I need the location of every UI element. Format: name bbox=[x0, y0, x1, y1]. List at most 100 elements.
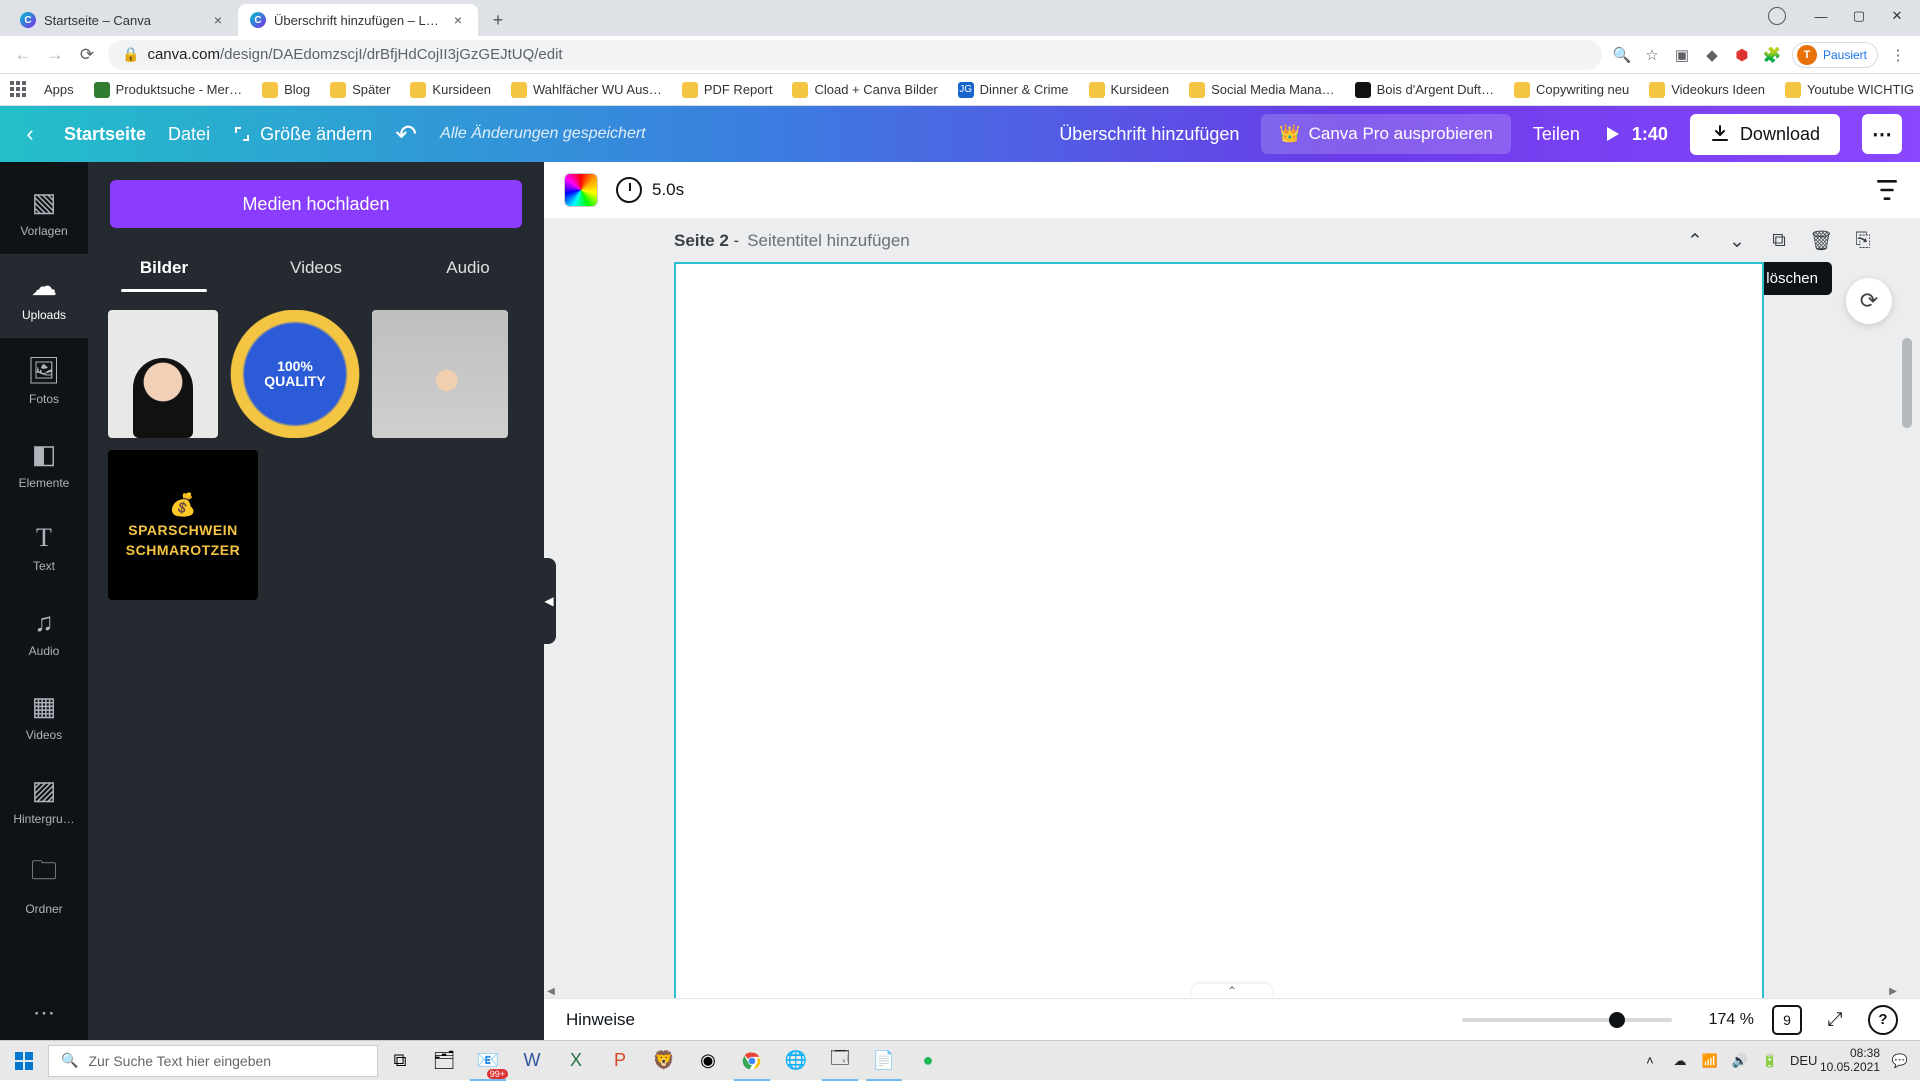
close-icon[interactable]: × bbox=[210, 12, 226, 28]
rail-folders[interactable]: 🗀Ordner bbox=[0, 842, 88, 926]
tray-wifi-icon[interactable]: 📶 bbox=[1700, 1053, 1720, 1069]
share-button[interactable]: Teilen bbox=[1533, 124, 1580, 145]
tray-onedrive-icon[interactable]: ☁ bbox=[1670, 1053, 1690, 1069]
url-input[interactable]: 🔒 canva.com/design/DAEdomzscjI/drBfjHdCo… bbox=[108, 40, 1602, 70]
back-home-icon[interactable]: ‹ bbox=[18, 122, 42, 146]
page-down-icon[interactable]: ⌄ bbox=[1720, 224, 1754, 258]
zoom-icon[interactable]: 🔍 bbox=[1612, 45, 1632, 65]
design-title[interactable]: Überschrift hinzufügen bbox=[1059, 124, 1239, 145]
upload-media-button[interactable]: Medien hochladen bbox=[110, 180, 522, 228]
minimize-button[interactable]: — bbox=[1804, 4, 1838, 28]
more-menu-button[interactable]: ⋯ bbox=[1862, 114, 1902, 154]
vertical-scrollbar[interactable] bbox=[1900, 218, 1914, 998]
rail-audio[interactable]: ♫Audio bbox=[0, 590, 88, 674]
browser-menu-icon[interactable]: ⋮ bbox=[1888, 45, 1908, 65]
delete-page-icon[interactable]: 🗑 bbox=[1804, 224, 1838, 258]
duplicate-page-icon[interactable]: ⧉ bbox=[1762, 224, 1796, 258]
regenerate-button[interactable]: ⟳ bbox=[1846, 278, 1892, 324]
bookmark-item[interactable]: Blog bbox=[254, 78, 318, 102]
notes-button[interactable]: Hinweise bbox=[566, 1010, 635, 1030]
taskbar-app-generic[interactable]: 🗔 bbox=[818, 1041, 862, 1081]
resize-menu[interactable]: Größe ändern bbox=[232, 124, 372, 145]
rail-uploads[interactable]: ☁Uploads bbox=[0, 254, 88, 338]
taskbar-app-brave[interactable]: 🦁 bbox=[642, 1041, 686, 1081]
forward-button[interactable]: → bbox=[44, 44, 66, 66]
try-pro-button[interactable]: 👑 Canva Pro ausprobieren bbox=[1261, 114, 1510, 154]
taskbar-app-mail[interactable]: 📧99+ bbox=[466, 1041, 510, 1081]
upload-thumbnail[interactable] bbox=[372, 310, 508, 438]
upload-thumbnail[interactable] bbox=[108, 310, 218, 438]
tray-notifications-icon[interactable]: 💬 bbox=[1890, 1053, 1910, 1069]
close-window-button[interactable]: ✕ bbox=[1880, 4, 1914, 28]
taskbar-app-spotify[interactable]: ● bbox=[906, 1041, 950, 1081]
start-button[interactable] bbox=[0, 1041, 48, 1081]
tray-volume-icon[interactable]: 🔊 bbox=[1730, 1053, 1750, 1069]
adblock-icon[interactable]: ⬢ bbox=[1732, 45, 1752, 65]
upload-thumbnail[interactable]: 💰 SPARSCHWEIN SCHMAROTZER bbox=[108, 450, 258, 600]
bookmark-star-icon[interactable]: ☆ bbox=[1642, 45, 1662, 65]
help-icon[interactable]: ? bbox=[1868, 1005, 1898, 1035]
page-duration-button[interactable]: 5.0s bbox=[616, 177, 684, 203]
present-button[interactable]: 1:40 bbox=[1602, 124, 1668, 145]
tray-battery-icon[interactable]: 🔋 bbox=[1760, 1053, 1780, 1069]
rail-elements[interactable]: ◧Elemente bbox=[0, 422, 88, 506]
rail-background[interactable]: ▨Hintergru… bbox=[0, 758, 88, 842]
extensions-menu-icon[interactable]: 🧩 bbox=[1762, 45, 1782, 65]
file-menu[interactable]: Datei bbox=[168, 124, 210, 145]
tab-videos[interactable]: Videos bbox=[240, 246, 392, 292]
profile-chip[interactable]: T Pausiert bbox=[1792, 42, 1878, 68]
tray-clock[interactable]: 08:3810.05.2021 bbox=[1820, 1047, 1880, 1075]
pages-drawer-handle[interactable]: ⌃ bbox=[1192, 984, 1272, 998]
bookmark-item[interactable]: PDF Report bbox=[674, 78, 781, 102]
browser-tab[interactable]: C Startseite – Canva × bbox=[8, 4, 238, 36]
fullscreen-icon[interactable]: ⤢ bbox=[1820, 1005, 1850, 1035]
download-button[interactable]: Download bbox=[1690, 114, 1840, 155]
zoom-slider[interactable] bbox=[1462, 1018, 1672, 1022]
taskbar-app-chrome[interactable] bbox=[730, 1041, 774, 1081]
reload-button[interactable]: ⟳ bbox=[76, 44, 98, 66]
scroll-left-icon[interactable]: ◀ bbox=[544, 984, 558, 998]
bookmark-item[interactable]: Kursideen bbox=[1081, 78, 1178, 102]
extension-icon[interactable]: ◆ bbox=[1702, 45, 1722, 65]
bookmark-item[interactable]: Bois d'Argent Duft… bbox=[1347, 78, 1502, 102]
rail-templates[interactable]: ▧Vorlagen bbox=[0, 170, 88, 254]
page-title-input[interactable]: Seitentitel hinzufügen bbox=[747, 231, 910, 251]
bookmark-item[interactable]: Youtube WICHTIG bbox=[1777, 78, 1920, 102]
animate-icon[interactable] bbox=[1874, 177, 1900, 203]
bookmark-item[interactable]: Videokurs Ideen bbox=[1641, 78, 1773, 102]
bookmark-item[interactable]: Wahlfächer WU Aus… bbox=[503, 78, 670, 102]
new-tab-button[interactable]: + bbox=[484, 6, 512, 34]
home-link[interactable]: Startseite bbox=[64, 124, 146, 145]
page-count-button[interactable]: 9 bbox=[1772, 1005, 1802, 1035]
undo-icon[interactable]: ↶ bbox=[394, 122, 418, 146]
scroll-right-icon[interactable]: ▶ bbox=[1886, 984, 1900, 998]
upload-thumbnail[interactable]: 100%QUALITY bbox=[230, 310, 360, 438]
tab-audio[interactable]: Audio bbox=[392, 246, 544, 292]
back-button[interactable]: ← bbox=[12, 44, 34, 66]
taskbar-app-powerpoint[interactable]: P bbox=[598, 1041, 642, 1081]
design-canvas[interactable] bbox=[674, 262, 1764, 998]
page-up-icon[interactable]: ⌃ bbox=[1678, 224, 1712, 258]
tray-chevron-icon[interactable]: ˄ bbox=[1640, 1053, 1660, 1068]
taskbar-app-word[interactable]: W bbox=[510, 1041, 554, 1081]
rail-photos[interactable]: 🖼Fotos bbox=[0, 338, 88, 422]
bookmark-item[interactable]: JGDinner & Crime bbox=[950, 78, 1077, 102]
bookmark-item[interactable]: Copywriting neu bbox=[1506, 78, 1637, 102]
rail-more-icon[interactable]: ⋯ bbox=[33, 1000, 55, 1026]
bookmark-item[interactable]: Produktsuche - Mer… bbox=[86, 78, 250, 102]
bookmark-item[interactable]: Kursideen bbox=[402, 78, 499, 102]
rail-text[interactable]: TText bbox=[0, 506, 88, 590]
account-icon[interactable] bbox=[1768, 7, 1786, 25]
taskbar-app-edge[interactable]: 🌐 bbox=[774, 1041, 818, 1081]
add-page-icon[interactable]: ⎘ bbox=[1846, 224, 1880, 258]
close-icon[interactable]: × bbox=[450, 12, 466, 28]
zoom-slider-knob[interactable] bbox=[1609, 1012, 1625, 1028]
taskbar-search-input[interactable]: 🔍 Zur Suche Text hier eingeben bbox=[48, 1045, 378, 1077]
maximize-button[interactable]: ▢ bbox=[1842, 4, 1876, 28]
rail-videos[interactable]: ▦Videos bbox=[0, 674, 88, 758]
bookmark-item[interactable]: Später bbox=[322, 78, 398, 102]
tab-images[interactable]: Bilder bbox=[88, 246, 240, 292]
apps-grid-icon[interactable] bbox=[10, 81, 26, 99]
browser-tab[interactable]: C Überschrift hinzufügen – Logo × bbox=[238, 4, 478, 36]
taskbar-app-notepad[interactable]: 📄 bbox=[862, 1041, 906, 1081]
